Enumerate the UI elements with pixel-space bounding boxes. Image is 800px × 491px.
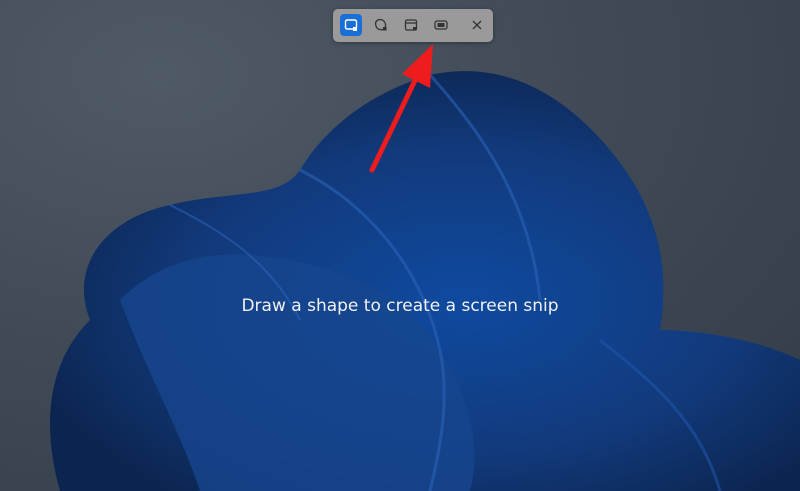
snip-hint-text: Draw a shape to create a screen snip: [241, 296, 559, 316]
red-arrow-annotation: [369, 44, 433, 173]
